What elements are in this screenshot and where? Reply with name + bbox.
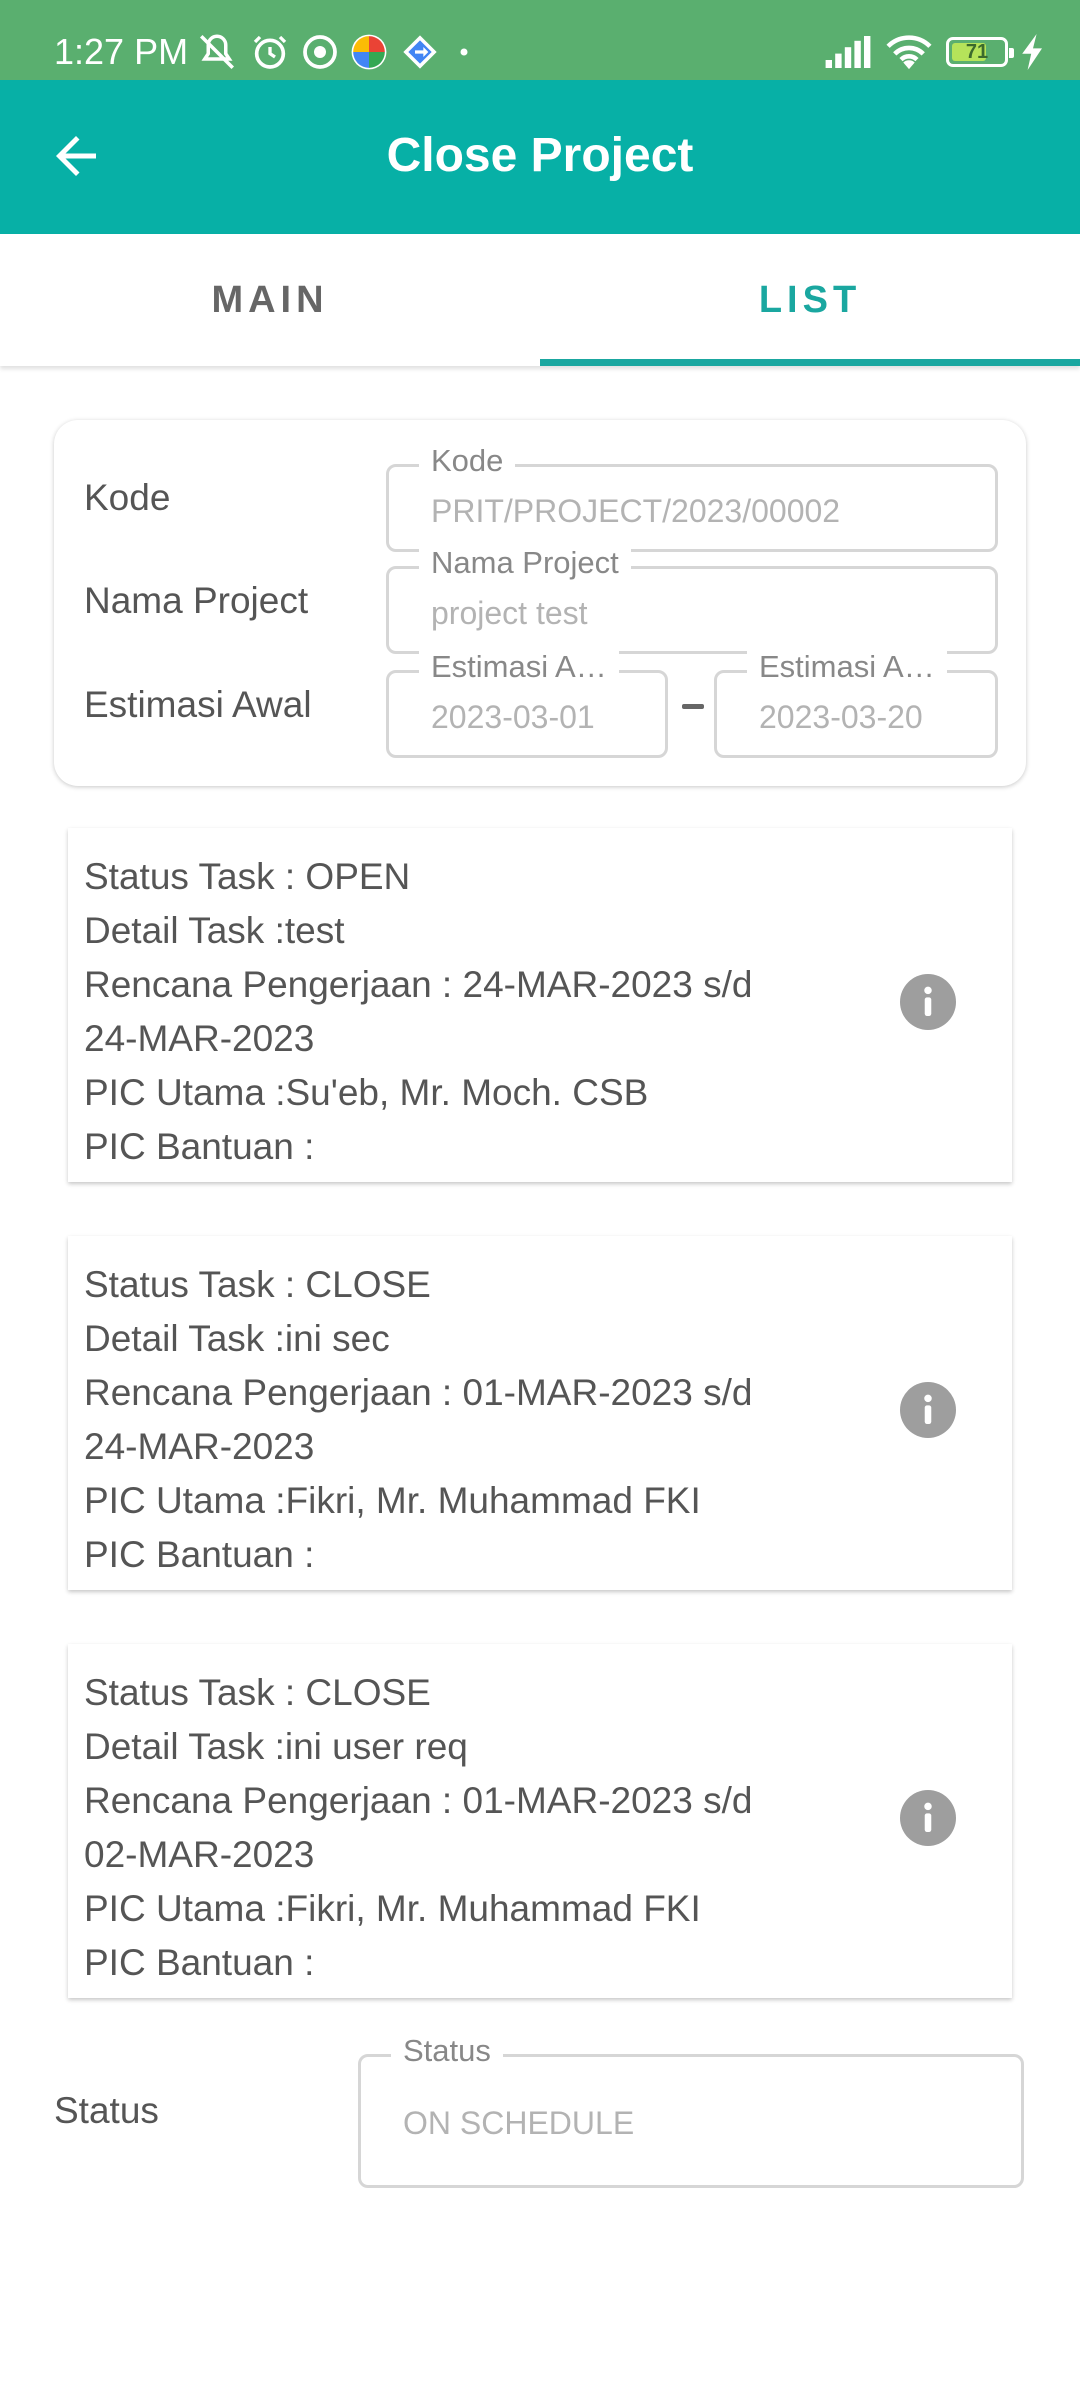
estimasi-start-value: 2023-03-01	[431, 699, 595, 735]
kode-field-label: Kode	[419, 443, 516, 479]
task-rencana-end: 02-MAR-2023	[84, 1834, 315, 1875]
maps-icon	[403, 35, 437, 69]
page-title: Close Project	[386, 129, 694, 182]
task-detail: Detail Task :ini user req	[84, 1726, 468, 1767]
task-rencana: Rencana Pengerjaan : 24-MAR-2023 s/d	[84, 964, 753, 1005]
estimasi-end-field-label: Estimasi A…	[747, 649, 947, 685]
tab-list[interactable]: LIST	[540, 234, 1080, 366]
status-time: 1:27 PM	[54, 31, 189, 72]
task-detail: Detail Task :test	[84, 910, 345, 951]
task-rencana: Rencana Pengerjaan : 01-MAR-2023 s/d	[84, 1372, 753, 1413]
status-label: Status	[54, 2090, 159, 2131]
battery-icon: 71	[946, 37, 1014, 67]
muted-icon	[200, 34, 234, 69]
info-icon	[924, 1802, 932, 1832]
status-field[interactable]: Status ON SCHEDULE	[358, 2033, 1024, 2188]
task-card[interactable]: Status Task : CLOSE Detail Task :ini use…	[68, 1644, 1012, 1998]
alarm-icon	[253, 35, 287, 69]
kode-label: Kode	[84, 477, 171, 518]
task-pic-bantuan: PIC Bantuan :	[84, 1126, 315, 1167]
task-details: Status Task : CLOSE Detail Task :ini sec…	[84, 1258, 844, 1582]
estimasi-start-field[interactable]: Estimasi A… 2023-03-01	[386, 649, 668, 758]
estimasi-end-field[interactable]: Estimasi A… 2023-03-20	[714, 649, 998, 758]
task-details: Status Task : CLOSE Detail Task :ini use…	[84, 1666, 844, 1990]
task-pic-utama: PIC Utama :Fikri, Mr. Muhammad FKI	[84, 1480, 701, 1521]
info-button[interactable]	[900, 1790, 956, 1846]
task-pic-bantuan: PIC Bantuan :	[84, 1534, 315, 1575]
task-rencana-end: 24-MAR-2023	[84, 1426, 315, 1467]
signal-icon	[825, 36, 871, 68]
kode-field[interactable]: Kode PRIT/PROJECT/2023/00002	[386, 443, 998, 552]
estimasi-end-value: 2023-03-20	[759, 699, 923, 735]
nama-project-field-label: Nama Project	[419, 545, 631, 581]
nama-project-value: project test	[431, 595, 588, 631]
info-button[interactable]	[900, 1382, 956, 1438]
tab-bar: MAIN LIST	[0, 234, 1080, 366]
task-status: Status Task : CLOSE	[84, 1672, 431, 1713]
nama-project-label: Nama Project	[84, 580, 309, 621]
tab-main[interactable]: MAIN	[0, 234, 540, 366]
whatsapp-icon	[303, 35, 337, 69]
estimasi-start-field-label: Estimasi A…	[419, 649, 619, 685]
app-bar: Close Project	[0, 80, 1080, 234]
info-button[interactable]	[900, 974, 956, 1030]
task-rencana: Rencana Pengerjaan : 01-MAR-2023 s/d	[84, 1780, 753, 1821]
task-details: Status Task : OPEN Detail Task :test Ren…	[84, 850, 844, 1174]
status-bar: 1:27 PM 71	[0, 0, 1080, 80]
task-status: Status Task : OPEN	[84, 856, 411, 897]
charging-icon	[1022, 34, 1042, 70]
estimasi-awal-label: Estimasi Awal	[84, 684, 312, 725]
info-icon	[924, 986, 932, 1016]
task-pic-bantuan: PIC Bantuan :	[84, 1942, 315, 1983]
nama-project-field[interactable]: Nama Project project test	[386, 545, 998, 654]
status-field-label: Status	[391, 2033, 503, 2069]
wifi-icon	[886, 35, 932, 70]
pinwheel-icon	[351, 34, 387, 70]
info-icon	[924, 1394, 932, 1424]
task-card[interactable]: Status Task : CLOSE Detail Task :ini sec…	[68, 1236, 1012, 1590]
task-pic-utama: PIC Utama :Fikri, Mr. Muhammad FKI	[84, 1888, 701, 1929]
battery-level: 71	[965, 40, 989, 63]
date-range-separator	[682, 704, 704, 709]
task-card[interactable]: Status Task : OPEN Detail Task :test Ren…	[68, 828, 1012, 1182]
task-status: Status Task : CLOSE	[84, 1264, 431, 1305]
task-rencana-end: 24-MAR-2023	[84, 1018, 315, 1059]
tab-indicator	[540, 359, 1080, 366]
status-value: ON SCHEDULE	[403, 2105, 635, 2141]
dot-icon	[460, 48, 468, 56]
task-detail: Detail Task :ini sec	[84, 1318, 390, 1359]
project-header-card: Kode Kode PRIT/PROJECT/2023/00002 Nama P…	[54, 420, 1026, 786]
notification-icons	[196, 28, 476, 76]
task-pic-utama: PIC Utama :Su'eb, Mr. Moch. CSB	[84, 1072, 649, 1113]
kode-value: PRIT/PROJECT/2023/00002	[431, 493, 841, 529]
system-icons: 71	[824, 30, 1044, 74]
